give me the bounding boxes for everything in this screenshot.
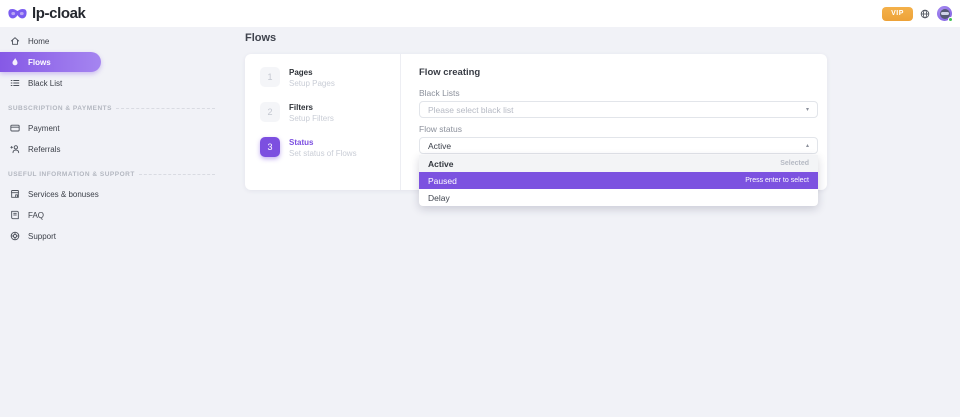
flow-status-value: Active	[428, 141, 451, 151]
step-number: 2	[260, 102, 280, 122]
step-pages[interactable]: 1 Pages Setup Pages	[260, 67, 400, 88]
top-header: lp-cloak VIP	[0, 0, 960, 27]
lifebuoy-icon	[10, 231, 20, 241]
app-logo[interactable]: lp-cloak	[8, 5, 85, 22]
sidebar-item-referrals[interactable]: Referrals	[0, 139, 225, 159]
step-title: Pages	[289, 67, 335, 77]
black-list-icon	[10, 78, 20, 88]
sidebar-item-label: Support	[28, 232, 56, 241]
option-label: Paused	[428, 176, 457, 186]
option-active[interactable]: Active Selected	[419, 155, 818, 172]
sidebar-item-black-list[interactable]: Black List	[0, 73, 225, 93]
option-hint: Press enter to select	[745, 177, 809, 184]
black-lists-label: Black Lists	[419, 88, 818, 98]
option-label: Delay	[428, 193, 450, 203]
step-subtitle: Set status of Flows	[289, 149, 357, 158]
logo-text: lp-cloak	[32, 5, 85, 22]
sidebar-item-label: Referrals	[28, 145, 60, 154]
step-title: Filters	[289, 102, 334, 112]
flow-status-label: Flow status	[419, 124, 818, 134]
referrals-icon	[10, 144, 20, 154]
mask-icon	[8, 8, 27, 20]
chevron-up-icon: ▴	[806, 143, 809, 149]
page-title: Flows	[245, 32, 960, 45]
black-lists-select[interactable]: Please select black list ▾	[419, 101, 818, 118]
black-lists-placeholder: Please select black list	[428, 105, 514, 115]
stepper: 1 Pages Setup Pages 2 Filters Setup Filt…	[245, 54, 401, 190]
sidebar-item-label: Black List	[28, 79, 62, 88]
flow-creating-card: 1 Pages Setup Pages 2 Filters Setup Filt…	[245, 54, 827, 190]
vip-button[interactable]: VIP	[882, 7, 913, 21]
sidebar-item-payment[interactable]: Payment	[0, 118, 225, 138]
sidebar-section-subscription: SUBSCRIPTION & PAYMENTS	[8, 105, 215, 112]
form-title: Flow creating	[419, 67, 818, 78]
step-number: 1	[260, 67, 280, 87]
sidebar-item-label: Home	[28, 37, 49, 46]
main-content: Flows 1 Pages Setup Pages 2 Filters Setu…	[225, 27, 960, 417]
sidebar-item-support[interactable]: Support	[0, 226, 225, 246]
credit-card-icon	[10, 123, 20, 133]
faq-book-icon	[10, 210, 20, 220]
sidebar-item-label: Payment	[28, 124, 60, 133]
option-delay[interactable]: Delay	[419, 189, 818, 206]
sidebar-item-label: Flows	[28, 58, 51, 67]
sidebar-item-flows[interactable]: Flows	[0, 52, 101, 72]
flow-status-dropdown: Active Selected Paused Press enter to se…	[419, 155, 818, 206]
online-status-dot	[948, 17, 953, 22]
sidebar-section-support: USEFUL INFORMATION & SUPPORT	[8, 171, 215, 178]
option-label: Active	[428, 159, 454, 169]
step-filters[interactable]: 2 Filters Setup Filters	[260, 102, 400, 123]
flow-creating-form: Flow creating Black Lists Please select …	[401, 54, 827, 190]
step-title: Status	[289, 137, 357, 147]
step-subtitle: Setup Pages	[289, 79, 335, 88]
step-subtitle: Setup Filters	[289, 114, 334, 123]
storefront-icon	[10, 189, 20, 199]
sidebar: Home Flows Black List SUBSCRIPTION & PAY…	[0, 27, 225, 417]
globe-icon[interactable]	[920, 9, 930, 19]
home-icon	[10, 36, 20, 46]
chevron-down-icon: ▾	[806, 107, 809, 113]
flow-status-select[interactable]: Active ▴	[419, 137, 818, 154]
sidebar-item-home[interactable]: Home	[0, 31, 225, 51]
step-number: 3	[260, 137, 280, 157]
sidebar-item-faq[interactable]: FAQ	[0, 205, 225, 225]
sidebar-item-label: FAQ	[28, 211, 44, 220]
user-avatar[interactable]	[937, 6, 952, 21]
option-hint: Selected	[780, 160, 809, 167]
step-status[interactable]: 3 Status Set status of Flows	[260, 137, 400, 158]
option-paused[interactable]: Paused Press enter to select	[419, 172, 818, 189]
sidebar-item-label: Services & bonuses	[28, 190, 99, 199]
flows-icon	[10, 57, 20, 67]
sidebar-item-services[interactable]: Services & bonuses	[0, 184, 225, 204]
